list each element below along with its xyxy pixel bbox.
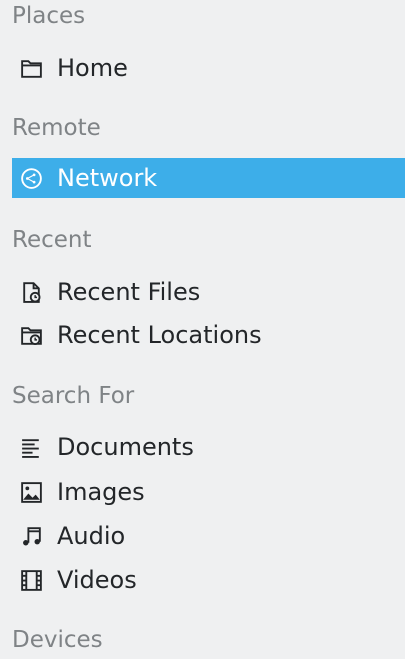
section-header-devices: Devices bbox=[12, 627, 103, 653]
places-item-label: Home bbox=[57, 54, 128, 82]
places-item-label: Recent Files bbox=[57, 278, 201, 306]
places-item-label: Audio bbox=[57, 522, 126, 550]
places-item-network[interactable]: Network bbox=[12, 158, 405, 198]
audio-icon bbox=[19, 524, 44, 549]
places-item-recent-locations[interactable]: Recent Locations bbox=[12, 315, 405, 355]
folder-home-icon bbox=[19, 56, 44, 81]
section-header-remote: Remote bbox=[12, 115, 101, 141]
places-item-images[interactable]: Images bbox=[12, 472, 405, 512]
documents-icon bbox=[19, 435, 44, 460]
section-header-recent: Recent bbox=[12, 227, 92, 253]
places-item-documents[interactable]: Documents bbox=[12, 427, 405, 467]
places-item-label: Network bbox=[57, 164, 158, 192]
section-header-places: Places bbox=[12, 3, 86, 29]
places-item-home[interactable]: Home bbox=[12, 48, 405, 88]
network-icon bbox=[19, 166, 44, 191]
places-item-label: Documents bbox=[57, 433, 194, 461]
recent-locations-icon bbox=[19, 323, 44, 348]
places-item-label: Images bbox=[57, 478, 145, 506]
places-item-label: Videos bbox=[57, 566, 137, 594]
places-item-audio[interactable]: Audio bbox=[12, 516, 405, 556]
places-item-label: Recent Locations bbox=[57, 321, 262, 349]
section-header-search-for: Search For bbox=[12, 383, 135, 409]
places-item-recent-files[interactable]: Recent Files bbox=[12, 272, 405, 312]
videos-icon bbox=[19, 568, 44, 593]
images-icon bbox=[19, 480, 44, 505]
places-panel: Places Home Remote Network Recent Recent… bbox=[0, 0, 405, 659]
places-item-videos[interactable]: Videos bbox=[12, 560, 405, 600]
recent-files-icon bbox=[19, 280, 44, 305]
